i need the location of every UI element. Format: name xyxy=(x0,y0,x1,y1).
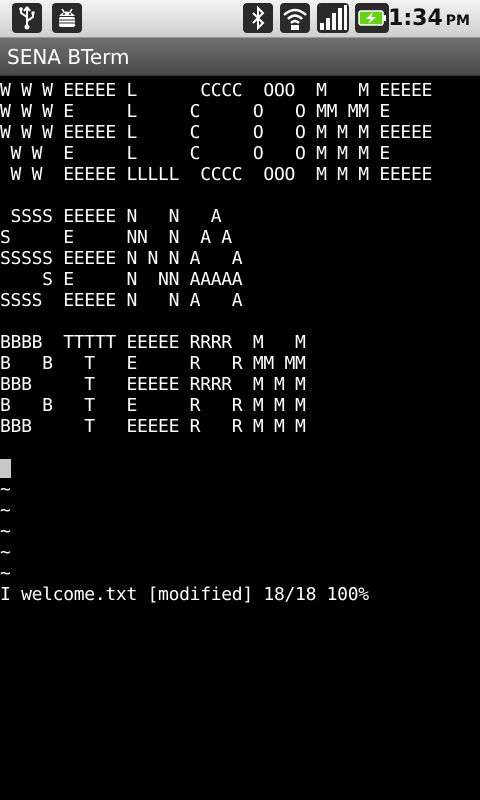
battery-charging-icon xyxy=(355,3,389,33)
terminal-cursor-line xyxy=(0,458,480,479)
terminal-line: BBB T EEEEE RRRR M M M xyxy=(0,374,306,395)
clock-time: 1:34 xyxy=(388,6,443,31)
text-cursor xyxy=(0,459,11,478)
terminal-line: SSSS EEEEE N N A A xyxy=(0,290,243,311)
terminal-line: ~ xyxy=(0,479,11,500)
terminal-line: SSSS EEEEE N N A xyxy=(0,206,222,227)
terminal-line: W W E L C O O M M M E xyxy=(0,143,391,164)
terminal-line: ~ xyxy=(0,563,11,584)
status-clock: 1:34 PM xyxy=(388,4,470,34)
clock-ampm: PM xyxy=(445,13,470,29)
terminal-line: ~ xyxy=(0,521,11,542)
wifi-icon xyxy=(280,3,310,33)
editor-status-line: I welcome.txt [modified] 18/18 100% xyxy=(0,584,369,605)
terminal-line: BBBB TTTTT EEEEE RRRR M M xyxy=(0,332,306,353)
terminal-line: SSSSS EEEEE N N N A A xyxy=(0,248,243,269)
app-title-bar: SENA BTerm xyxy=(0,38,480,76)
terminal-line: W W W EEEEE L C O O M M M EEEEE xyxy=(0,122,433,143)
terminal-line: W W W E L C O O MM MM E xyxy=(0,101,390,122)
terminal-line: ~ xyxy=(0,500,11,521)
bluetooth-icon xyxy=(243,3,273,33)
terminal-line: B B T E R R MM MM xyxy=(0,353,306,374)
terminal-line: BBB T EEEEE R R M M M xyxy=(0,416,306,437)
terminal-line: W W EEEEE LLLLL CCCC OOO M M M EEEEE xyxy=(0,164,433,185)
android-debug-icon xyxy=(52,3,82,33)
terminal-line: S E NN N A A xyxy=(0,227,232,248)
app-title: SENA BTerm xyxy=(7,45,130,69)
signal-icon xyxy=(317,3,349,33)
terminal-line: ~ xyxy=(0,542,11,563)
terminal-line: S E N NN AAAAA xyxy=(0,269,243,290)
status-bar: 1:34 PM xyxy=(0,0,480,38)
terminal-line: W W W EEEEE L CCCC OOO M M EEEEE xyxy=(0,80,433,101)
usb-icon xyxy=(12,3,42,33)
terminal-line: B B T E R R M M M xyxy=(0,395,306,416)
terminal-screen[interactable]: W W W EEEEE L CCCC OOO M M EEEEE W W W E… xyxy=(0,80,480,800)
